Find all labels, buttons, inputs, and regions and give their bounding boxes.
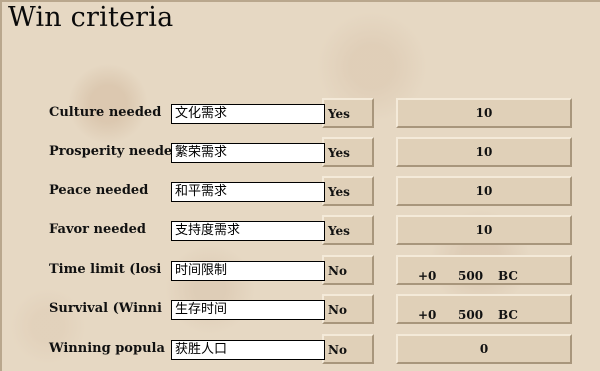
translation-label: 支持度需求 xyxy=(171,221,325,241)
prosperity-value-button[interactable]: 10 xyxy=(396,137,572,167)
toggle-label: No xyxy=(328,264,347,278)
criterion-label: Winning popula xyxy=(49,341,165,356)
peace-toggle-button[interactable]: Yes xyxy=(322,176,374,206)
criterion-label: Favor needed xyxy=(49,222,146,237)
culture-toggle-button[interactable]: Yes xyxy=(322,98,374,128)
criterion-row-survival: Survival (Winni No +0 500 BC 生存时间 xyxy=(0,294,600,326)
translation-label: 获胜人口 xyxy=(171,340,325,360)
translation-label: 繁荣需求 xyxy=(171,143,325,163)
criterion-row-time-limit: Time limit (losi No +0 500 BC 时间限制 xyxy=(0,255,600,287)
criterion-label: Prosperity neede xyxy=(49,144,173,159)
value-label: 10 xyxy=(475,223,493,237)
translation-label: 时间限制 xyxy=(171,261,325,281)
favor-toggle-button[interactable]: Yes xyxy=(322,215,374,245)
criterion-row-culture: Culture needed Yes 10 文化需求 xyxy=(0,98,600,130)
year-offset: +0 xyxy=(418,308,437,322)
year-offset: +0 xyxy=(418,269,437,283)
toggle-label: No xyxy=(328,303,347,317)
population-toggle-button[interactable]: No xyxy=(322,334,374,364)
criterion-row-prosperity: Prosperity neede Yes 10 繁荣需求 xyxy=(0,137,600,169)
toggle-label: Yes xyxy=(328,185,350,199)
toggle-label: No xyxy=(328,343,347,357)
value-label: 10 xyxy=(475,106,493,120)
era-label: BC xyxy=(498,269,518,283)
toggle-label: Yes xyxy=(328,107,350,121)
criterion-row-peace: Peace needed Yes 10 和平需求 xyxy=(0,176,600,208)
population-value-button[interactable]: 0 xyxy=(396,334,572,364)
survival-toggle-button[interactable]: No xyxy=(322,294,374,324)
era-label: BC xyxy=(498,308,518,322)
value-label: 0 xyxy=(479,342,489,356)
toggle-label: Yes xyxy=(328,224,350,238)
culture-value-button[interactable]: 10 xyxy=(396,98,572,128)
criterion-label: Survival (Winni xyxy=(49,301,162,316)
prosperity-toggle-button[interactable]: Yes xyxy=(322,137,374,167)
criterion-label: Peace needed xyxy=(49,183,149,198)
criterion-label: Time limit (losi xyxy=(49,262,162,277)
translation-label: 生存时间 xyxy=(171,300,325,320)
window-title: Win criteria xyxy=(8,2,174,33)
year-value: 500 xyxy=(458,269,484,283)
time-limit-toggle-button[interactable]: No xyxy=(322,255,374,285)
translation-label: 文化需求 xyxy=(171,104,325,124)
value-label: 10 xyxy=(475,184,493,198)
criterion-row-favor: Favor needed Yes 10 支持度需求 xyxy=(0,215,600,247)
peace-value-button[interactable]: 10 xyxy=(396,176,572,206)
favor-value-button[interactable]: 10 xyxy=(396,215,572,245)
survival-value-button[interactable]: +0 500 BC xyxy=(396,294,572,324)
value-label: 10 xyxy=(475,145,493,159)
criterion-label: Culture needed xyxy=(49,105,162,120)
year-value: 500 xyxy=(458,308,484,322)
toggle-label: Yes xyxy=(328,146,350,160)
time-limit-value-button[interactable]: +0 500 BC xyxy=(396,255,572,285)
translation-label: 和平需求 xyxy=(171,182,325,202)
criterion-row-population: Winning popula No 0 获胜人口 xyxy=(0,334,600,366)
